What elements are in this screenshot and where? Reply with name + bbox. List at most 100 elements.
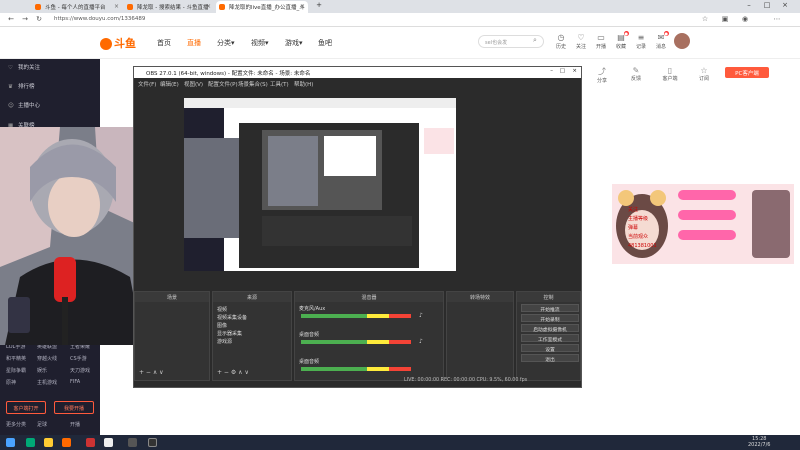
history-button[interactable]: ◷ 历史 bbox=[552, 33, 570, 50]
menu-scene-collection[interactable]: 场景集合(S) bbox=[238, 80, 268, 88]
source-item[interactable]: 视频采集设备 bbox=[217, 314, 247, 322]
taskbar-clock[interactable]: 15:28 2022/7/6 bbox=[748, 436, 770, 448]
minimize-icon[interactable]: – bbox=[550, 68, 553, 74]
url-input[interactable]: https://www.douyu.com/1336489 bbox=[54, 15, 474, 25]
close-window-icon[interactable]: × bbox=[778, 1, 792, 9]
nav-live[interactable]: 直播 bbox=[187, 38, 201, 48]
refresh-icon[interactable]: ↻ bbox=[34, 15, 44, 23]
browser-tab-2[interactable]: 降龙取 - 搜索结果 - 斗鱼直播 × bbox=[124, 1, 214, 13]
sidebar-category[interactable]: FIFA bbox=[70, 379, 80, 385]
new-tab-icon[interactable]: + bbox=[312, 1, 326, 9]
sidebar-category[interactable]: 和平精英 bbox=[6, 355, 26, 362]
source-item[interactable]: 显示器采集 bbox=[217, 330, 247, 338]
douyu-app-icon[interactable] bbox=[62, 438, 71, 447]
subscribe-button[interactable]: ☆ 订阅 bbox=[692, 66, 716, 82]
windows-start-icon[interactable] bbox=[6, 438, 15, 447]
sidebar-item-follow[interactable]: ♡ 我的关注 bbox=[8, 63, 40, 71]
star-icon[interactable]: ☆ bbox=[700, 15, 710, 23]
app-icon[interactable] bbox=[128, 438, 137, 447]
app-icon[interactable] bbox=[104, 438, 113, 447]
user-avatar[interactable] bbox=[674, 33, 690, 49]
obs-title-bar[interactable]: OBS 27.0.1 (64-bit, windows) - 配置文件: 未命名… bbox=[134, 67, 581, 78]
profile-icon[interactable]: ◉ bbox=[740, 15, 750, 23]
source-list[interactable]: 视频 视频采集设备 图像 显示器采集 游戏源 bbox=[217, 306, 247, 346]
douyu-logo[interactable]: 斗鱼 bbox=[100, 35, 136, 51]
close-icon[interactable]: × bbox=[114, 3, 119, 10]
close-icon[interactable]: × bbox=[572, 68, 577, 74]
obs-preview-canvas[interactable] bbox=[184, 88, 456, 271]
close-icon[interactable]: × bbox=[206, 3, 211, 10]
client-button[interactable]: ▯ 客户端 bbox=[658, 66, 682, 82]
sidebar-category[interactable]: CS手游 bbox=[70, 355, 87, 362]
sidebar-item-ranking[interactable]: ♛ 排行榜 bbox=[8, 82, 35, 90]
nav-category[interactable]: 分类▾ bbox=[217, 38, 235, 48]
sidebar-category[interactable]: 娱乐 bbox=[37, 367, 47, 374]
search-icon[interactable]: ⌕ bbox=[533, 36, 537, 45]
sidebar-category[interactable]: 穿越火线 bbox=[37, 355, 57, 362]
start-broadcast-button[interactable]: 我要开播 bbox=[54, 401, 94, 414]
message-button[interactable]: ✉ 消息 ● bbox=[652, 31, 670, 50]
sidebar-item-anchor-center[interactable]: ☺ 主播中心 bbox=[8, 101, 40, 109]
back-icon[interactable]: ← bbox=[6, 15, 16, 23]
maximize-icon[interactable]: □ bbox=[760, 1, 774, 9]
virtual-camera-button[interactable]: 启动虚拟摄像机 bbox=[521, 324, 579, 333]
sources-dock[interactable]: 来源 视频 视频采集设备 图像 显示器采集 游戏源 + − ⚙ ∧ ∨ bbox=[212, 291, 292, 381]
start-streaming-button[interactable]: 开始推流 bbox=[521, 304, 579, 313]
nav-fishbar[interactable]: 鱼吧 bbox=[318, 38, 332, 48]
edge-icon[interactable] bbox=[26, 438, 35, 447]
report-button[interactable]: ✎ 反馈 bbox=[624, 66, 648, 82]
menu-edit[interactable]: 编辑(E) bbox=[160, 80, 179, 88]
obs-app-icon[interactable] bbox=[148, 438, 157, 447]
browser-tab-1[interactable]: 斗鱼 - 每个人的直播平台 × bbox=[32, 1, 122, 13]
menu-view[interactable]: 视图(V) bbox=[184, 80, 203, 88]
browser-tab-3[interactable]: 降龙取的live直播_办公直播_斗 × bbox=[216, 1, 308, 13]
transitions-dock[interactable]: 转场特效 bbox=[446, 291, 514, 381]
dock-toolbar[interactable]: + − ∧ ∨ bbox=[139, 369, 164, 376]
speaker-icon[interactable]: ♪ bbox=[419, 338, 423, 345]
controls-dock[interactable]: 控制 开始推流 开始录制 启动虚拟摄像机 工作室模式 设置 退出 bbox=[516, 291, 581, 381]
source-item[interactable]: 视频 bbox=[217, 306, 247, 314]
minimize-icon[interactable]: – bbox=[742, 1, 756, 9]
collections-icon[interactable]: ▣ bbox=[720, 15, 730, 23]
broadcast-button[interactable]: ▭ 开播 bbox=[592, 33, 610, 50]
favorite-button[interactable]: ▤ 收藏 ● bbox=[612, 31, 630, 50]
sidebar-category[interactable]: 天刀游戏 bbox=[70, 367, 90, 374]
menu-tools[interactable]: 工具(T) bbox=[270, 80, 289, 88]
pc-client-button[interactable]: PC客户端 bbox=[725, 67, 769, 78]
speaker-icon[interactable]: ♪ bbox=[419, 312, 423, 319]
sidebar-category[interactable]: 更多分类 bbox=[6, 421, 26, 428]
source-item[interactable]: 游戏源 bbox=[217, 338, 247, 346]
sidebar-category[interactable]: 主机游戏 bbox=[37, 379, 57, 386]
more-icon[interactable]: ⋯ bbox=[772, 15, 782, 23]
forward-icon[interactable]: → bbox=[20, 15, 30, 23]
share-icon: ⤴ bbox=[598, 67, 606, 76]
sidebar-category[interactable]: 开播 bbox=[70, 421, 80, 428]
share-button[interactable]: ⤴ 分享 bbox=[590, 66, 614, 84]
menu-help[interactable]: 帮助(H) bbox=[294, 80, 313, 88]
scenes-dock[interactable]: 场景 + − ∧ ∨ bbox=[134, 291, 210, 381]
nav-home[interactable]: 首页 bbox=[157, 38, 171, 48]
settings-button[interactable]: 设置 bbox=[521, 344, 579, 353]
sidebar-category[interactable]: 星际争霸 bbox=[6, 367, 26, 374]
dock-toolbar[interactable]: + − ⚙ ∧ ∨ bbox=[217, 369, 249, 376]
open-client-button[interactable]: 客户端打开 bbox=[6, 401, 46, 414]
menu-file[interactable]: 文件(F) bbox=[138, 80, 156, 88]
record-button[interactable]: ≡ 记录 bbox=[632, 33, 650, 50]
nav-game[interactable]: 游戏▾ bbox=[285, 38, 303, 48]
exit-button[interactable]: 退出 bbox=[521, 354, 579, 363]
sidebar-category[interactable]: 足球 bbox=[37, 421, 47, 428]
nav-video[interactable]: 视频▾ bbox=[251, 38, 269, 48]
obs-window[interactable]: OBS 27.0.1 (64-bit, windows) - 配置文件: 未命名… bbox=[133, 66, 582, 388]
follow-button[interactable]: ♡ 关注 bbox=[572, 33, 590, 50]
close-icon[interactable]: × bbox=[300, 3, 305, 10]
chat-list: 关注 主播等级 弹幕 当前观众 481381001 bbox=[628, 206, 742, 251]
app-icon[interactable] bbox=[86, 438, 95, 447]
menu-profile[interactable]: 配置文件(P) bbox=[208, 80, 238, 88]
sidebar-category[interactable]: 原神 bbox=[6, 379, 16, 386]
start-recording-button[interactable]: 开始录制 bbox=[521, 314, 579, 323]
source-item[interactable]: 图像 bbox=[217, 322, 247, 330]
mixer-dock[interactable]: 混音器 麦克风/Aux 桌面音频 桌面音频 ♪ ♪ bbox=[294, 291, 444, 381]
maximize-icon[interactable]: □ bbox=[560, 68, 565, 74]
studio-mode-button[interactable]: 工作室模式 bbox=[521, 334, 579, 343]
file-explorer-icon[interactable] bbox=[44, 438, 53, 447]
